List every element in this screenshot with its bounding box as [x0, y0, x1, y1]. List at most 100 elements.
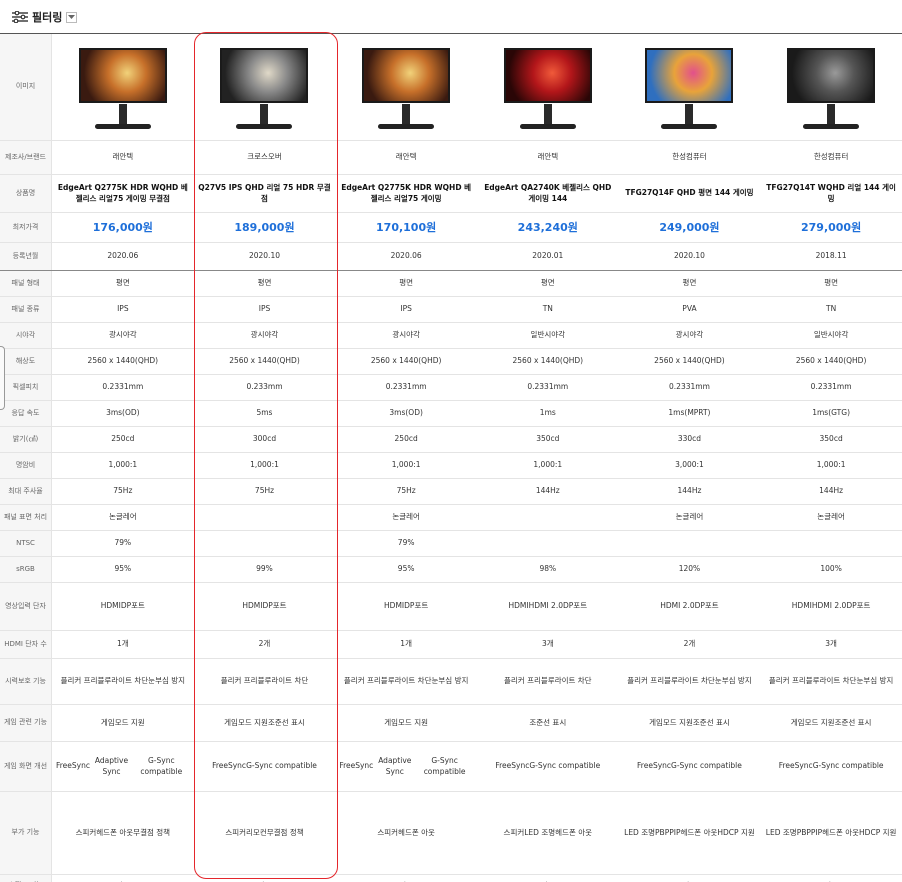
row-header-hdmi-count: HDMI 단자 수	[0, 631, 52, 658]
monitor-image[interactable]	[639, 38, 739, 136]
product-3-price[interactable]: 170,100원	[335, 213, 477, 242]
product-5-image[interactable]	[619, 34, 761, 140]
row-header-game-screen: 게임 화면 개선	[0, 742, 52, 791]
row-surface: 패널 표면 처리 논글레어 논글레어 논글레어 논글레어	[0, 505, 902, 531]
product-6-srgb: 100%	[820, 564, 842, 574]
product-2-viewing-angle: 광시야각	[250, 330, 279, 340]
spec-line: 플리커 프리	[768, 676, 806, 686]
product-5-maker: 한성컴퓨터	[672, 152, 707, 162]
product-2-image[interactable]	[194, 34, 336, 140]
product-6-stand: 틸트	[760, 875, 902, 882]
product-3-brightness: 250cd	[394, 434, 418, 444]
monitor-image[interactable]	[498, 38, 598, 136]
row-ntsc: NTSC 79% 79%	[0, 531, 902, 557]
product-6-price[interactable]: 279,000원	[760, 213, 902, 242]
side-scroll-handle[interactable]	[0, 346, 5, 410]
product-2-price[interactable]: 189,000원	[194, 213, 336, 242]
product-3-name[interactable]: EdgeArt Q2775K HDR WQHD 베젤리스 리얼75 게이밍	[335, 175, 477, 212]
monitor-stand-neck	[260, 104, 269, 124]
spec-line: PBP	[796, 827, 811, 837]
product-5-ntsc	[619, 531, 761, 556]
monitor-stand-base	[661, 124, 718, 129]
product-4-price[interactable]: 243,240원	[477, 213, 619, 242]
product-6-brightness: 350cd	[819, 434, 843, 444]
monitor-image[interactable]	[73, 38, 173, 136]
product-2-inputs: HDMI DP포트	[194, 583, 336, 630]
spec-line: G-Sync compatible	[529, 761, 601, 771]
spec-line: HDCP 지원	[717, 827, 755, 837]
product-4-name[interactable]: EdgeArt QA2740K 베젤리스 QHD 게이밍 144	[477, 175, 619, 212]
spec-line: 조준선 표시	[267, 717, 305, 727]
spec-line: 무결점 정책	[133, 827, 171, 837]
product-1-image[interactable]	[52, 34, 194, 140]
product-3-image[interactable]	[335, 34, 477, 140]
monitor-image[interactable]	[781, 38, 881, 136]
spec-line: HDMI	[242, 601, 263, 611]
product-6-extra: LED 조명 PBP PIP 헤드폰 아웃 HDCP 지원	[760, 792, 902, 874]
spec-line: 헤드폰 아웃	[680, 827, 718, 837]
spec-line: 헤드폰 아웃	[398, 827, 435, 837]
product-4-contrast: 1,000:1	[533, 460, 563, 470]
spec-line: HDCP 지원	[859, 827, 897, 837]
spec-line: FreeSync	[212, 761, 247, 771]
product-3-extra: 스피커 헤드폰 아웃	[335, 792, 477, 874]
screen-artwork	[80, 50, 165, 101]
row-header-date: 등록년월	[0, 243, 52, 270]
row-panel-kind: 패널 종류 IPS IPS IPS TN PVA TN	[0, 297, 902, 323]
spec-line: DP포트	[404, 601, 429, 611]
monitor-stand-neck	[685, 104, 694, 124]
filter-dropdown-toggle[interactable]	[66, 11, 78, 23]
monitor-image[interactable]	[214, 38, 314, 136]
product-1-brightness: 250cd	[111, 434, 135, 444]
monitor-stand-base	[236, 124, 293, 129]
product-5-name[interactable]: TFG27Q14F QHD 평면 144 게이밍	[619, 175, 761, 212]
product-6-image[interactable]	[760, 34, 902, 140]
product-5-panel-kind: PVA	[682, 304, 697, 314]
spec-line: LED 조명	[524, 827, 556, 837]
product-1-price[interactable]: 176,000원	[52, 213, 194, 242]
spec-line: 조준선 표시	[834, 717, 872, 727]
monitor-screen	[362, 48, 451, 103]
product-4-image[interactable]	[477, 34, 619, 140]
spec-line: HDMI 2.0	[528, 601, 563, 611]
product-5-price[interactable]: 249,000원	[619, 213, 761, 242]
product-3-hdmi-count: 1개	[400, 639, 412, 649]
product-5-brightness: 330cd	[677, 434, 702, 444]
product-4-eye-care: 플리커 프리 블루라이트 차단	[477, 659, 619, 704]
product-2-name[interactable]: Q27V5 IPS QHD 리얼 75 HDR 무결점	[194, 175, 336, 212]
product-2-date: 2020.10	[248, 251, 280, 261]
product-4-stand: 틸트	[477, 875, 619, 882]
spec-line: G-Sync compatible	[671, 761, 742, 771]
product-3-inputs: HDMI DP포트	[335, 583, 477, 630]
product-5-inputs: HDMI 2.0 DP포트	[619, 583, 761, 630]
monitor-image[interactable]	[356, 38, 456, 136]
product-2-ntsc	[194, 531, 336, 556]
row-extra: 부가 기능 스피커 헤드폰 아웃 무결점 정책 스피커 리모컨 무결점 정책 스피커 헤드폰 아…	[0, 792, 902, 875]
screen-artwork	[222, 50, 307, 101]
product-1-name[interactable]: EdgeArt Q2775K HDR WQHD 베젤리스 리얼75 게이밍 무결…	[52, 175, 194, 212]
product-2-game-screen: FreeSync G-Sync compatible	[194, 742, 336, 791]
product-6-resolution: 2560 x 1440(QHD)	[795, 356, 867, 366]
product-2-extra: 스피커 리모컨 무결점 정책	[194, 792, 336, 874]
spec-line: G-Sync compatible	[812, 761, 884, 771]
product-6-panel-kind: TN	[826, 304, 837, 314]
spec-line: G-Sync compatible	[423, 755, 466, 776]
top-bar: 필터링	[0, 0, 902, 33]
spec-line: PBP	[655, 827, 670, 837]
monitor-stand-base	[378, 124, 435, 129]
product-2-eye-care: 플리커 프리 블루라이트 차단	[194, 659, 336, 704]
product-6-game-screen: FreeSync G-Sync compatible	[760, 742, 902, 791]
row-inputs: 영상입력 단자 HDMI DP포트 HDMI DP포트 HDMI DP포트 HDMI HDMI …	[0, 583, 902, 631]
row-header-viewing-angle: 시야각	[0, 323, 52, 348]
row-header-surface: 패널 표면 처리	[0, 505, 52, 530]
product-2-maker: 크로스오버	[247, 152, 282, 162]
spec-line: DP포트	[120, 601, 145, 611]
spec-line: FreeSync	[778, 761, 813, 771]
product-4-inputs: HDMI HDMI 2.0 DP포트	[477, 583, 619, 630]
product-1-hdmi-count: 1개	[116, 639, 129, 649]
product-2-contrast: 1,000:1	[250, 460, 279, 470]
product-6-name[interactable]: TFG27Q14T WQHD 리얼 144 게이밍	[760, 175, 902, 212]
product-5-extra: LED 조명 PBP PIP 헤드폰 아웃 HDCP 지원	[619, 792, 761, 874]
product-4-extra: 스피커 LED 조명 헤드폰 아웃	[477, 792, 619, 874]
filter-button[interactable]: 필터링	[12, 8, 78, 26]
